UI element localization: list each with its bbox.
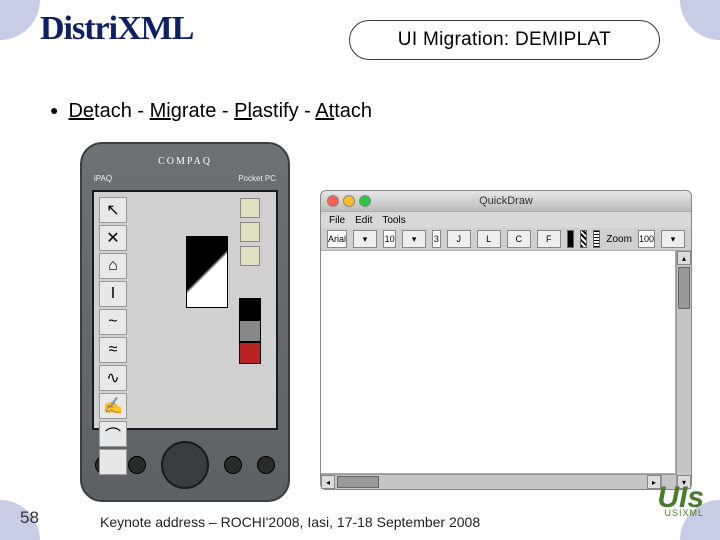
tool-empty-icon[interactable] [99,449,127,475]
dropdown-icon[interactable]: ▾ [661,230,685,248]
tool-wave2-icon[interactable]: ≈ [99,337,127,363]
swatch-red[interactable] [239,342,261,364]
slide-title: UI Migration: DEMIPLAT [349,20,660,60]
tool-curve-icon[interactable]: ⌒ [99,421,127,447]
usixml-big: UIs [634,488,704,508]
corner-decoration [680,0,720,40]
pda-hw-button[interactable] [128,456,146,474]
distrixml-logo: DistriXML [40,10,193,48]
mini-swatch-icon[interactable] [240,246,260,266]
bullet-text: tach [94,100,132,122]
align-l-button[interactable]: L [477,230,501,248]
window-titlebar[interactable]: QuickDraw [321,191,691,212]
pattern-solid-icon[interactable] [567,230,574,248]
dropdown-icon[interactable]: ▾ [402,230,426,248]
gradient-swatch [186,236,228,308]
pattern-hatch-icon[interactable] [580,230,587,248]
scroll-thumb[interactable] [337,476,379,488]
bullet-line: ● Detach - Migrate - Plastify - Attach [50,100,372,123]
pda-spacer [156,196,228,424]
quickdraw-window: QuickDraw File Edit Tools Arial ▾ 10 ▾ 3… [320,190,692,490]
menubar: File Edit Tools [321,212,691,228]
bullet-mi: Mi [150,100,171,122]
footer-text: Keynote address – ROCHI'2008, Iasi, 17-1… [100,514,480,530]
window-title: QuickDraw [321,195,691,207]
corner-decoration [0,0,40,40]
pda-toolbox: ↖ ✕ ⌂ I ~ ≈ ∿ ✍ ⌒ [98,196,156,424]
usixml-logo: UIs USIXML [634,488,704,518]
swatch-gray[interactable] [239,320,261,342]
tool-zoom-icon[interactable]: ⌂ [99,253,127,279]
drawing-canvas[interactable] [321,251,676,474]
bullet-dot: ● [50,102,58,118]
mini-swatch-icon[interactable] [240,198,260,218]
bullet-sep: - [132,100,150,122]
bullet-text: tach [334,100,372,122]
menu-edit[interactable]: Edit [355,215,372,226]
tool-paint-icon[interactable]: ✍ [99,393,127,419]
pda-sub-left: iPAQ [94,174,112,188]
bullet-sep: - [299,100,316,122]
toolbar: Arial ▾ 10 ▾ 3 J L C F Zoom 100 ▾ [321,228,691,251]
pda-dpad[interactable] [161,441,209,489]
slide: DistriXML UI Migration: DEMIPLAT ● Detac… [0,0,720,540]
swatch-black[interactable] [239,298,261,320]
size-select[interactable]: 10 [383,230,396,248]
canvas-area: ◂ ▸ ▴ ▾ [321,251,691,489]
scroll-track[interactable] [335,475,647,489]
tool-text-icon[interactable]: I [99,281,127,307]
align-j-button[interactable]: J [447,230,471,248]
tool-arrow-icon[interactable]: ↖ [99,197,127,223]
menu-file[interactable]: File [329,215,345,226]
bullet-text: grate [171,100,217,122]
vertical-scrollbar[interactable]: ▴ ▾ [676,251,691,489]
bullet-at: At [315,100,334,122]
mini-swatch-icon[interactable] [240,222,260,242]
color-swatches [239,298,261,364]
pda-screen: ↖ ✕ ⌂ I ~ ≈ ∿ ✍ ⌒ [92,190,278,430]
pda-brand: COMPAQ [88,150,282,174]
logo-text: DistriXML [40,10,193,47]
tool-person-icon[interactable]: ✕ [99,225,127,251]
pda-sub-right: Pocket PC [238,174,276,188]
zoom-select[interactable]: 100 [638,230,655,248]
scroll-left-icon[interactable]: ◂ [321,475,335,489]
scroll-thumb[interactable] [678,267,690,309]
pda-hw-button[interactable] [257,456,275,474]
bullet-de: De [68,100,94,122]
pattern-lines-icon[interactable] [593,230,600,248]
bullet-pl: Pl [234,100,252,122]
zoom-label: Zoom [606,234,632,245]
horizontal-scrollbar[interactable]: ◂ ▸ [321,474,676,489]
pda-hw-button[interactable] [224,456,242,474]
align-f-button[interactable]: F [537,230,561,248]
usixml-small: USIXML [634,508,704,518]
pda-device: COMPAQ iPAQ Pocket PC ↖ ✕ ⌂ I ~ ≈ ∿ ✍ ⌒ [80,142,290,502]
menu-tools[interactable]: Tools [382,215,405,226]
bullet-text: astify [252,100,299,122]
scroll-up-icon[interactable]: ▴ [677,251,691,265]
extra-select[interactable]: 3 [432,230,441,248]
bullet-sep: - [216,100,234,122]
page-number: 58 [20,508,39,528]
pda-subbar: iPAQ Pocket PC [88,174,282,188]
tool-wave3-icon[interactable]: ∿ [99,365,127,391]
dropdown-icon[interactable]: ▾ [353,230,377,248]
tool-wave1-icon[interactable]: ~ [99,309,127,335]
font-select[interactable]: Arial [327,230,347,248]
pda-right-column [228,196,272,424]
align-c-button[interactable]: C [507,230,531,248]
